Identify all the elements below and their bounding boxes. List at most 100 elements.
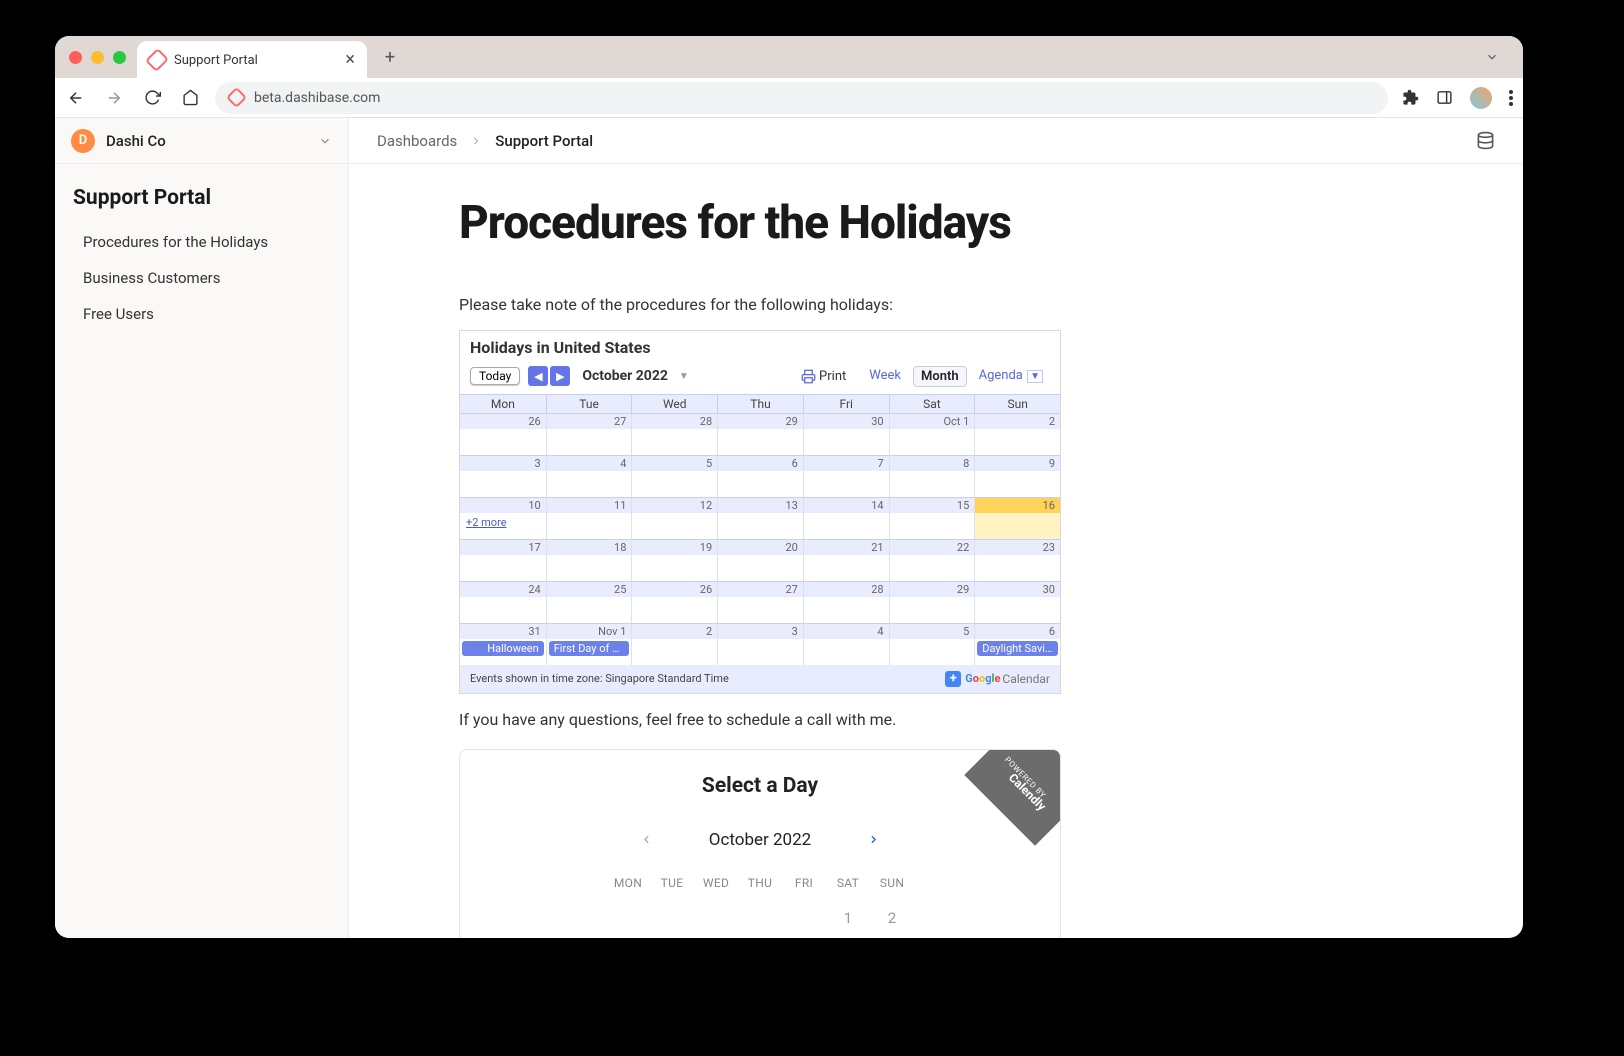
gcal-day-cell[interactable]: 6Daylight Saving Time Ends <box>974 624 1060 665</box>
gcal-day-cell[interactable]: 13 <box>717 498 803 539</box>
printer-icon <box>801 369 816 384</box>
gcal-day-cell[interactable]: 21 <box>803 540 889 581</box>
gcal-day-cell[interactable]: 30 <box>974 582 1060 623</box>
calendly-prev-button[interactable] <box>640 833 653 846</box>
gcal-next-button[interactable]: ▶ <box>550 366 570 386</box>
nav-reload-button[interactable] <box>141 87 163 109</box>
tab-favicon-icon <box>146 49 169 72</box>
gcal-day-cell[interactable]: 28 <box>631 414 717 455</box>
gcal-day-cell[interactable]: 28 <box>803 582 889 623</box>
gcal-day-cell[interactable]: 6 <box>717 456 803 497</box>
gcal-day-cell[interactable]: 5 <box>889 624 975 665</box>
gcal-print-button[interactable]: Print <box>801 369 846 384</box>
gcal-view-agenda[interactable]: Agenda ▼ <box>972 366 1050 387</box>
gcal-month-dropdown-icon[interactable]: ▼ <box>679 371 689 382</box>
gcal-event[interactable]: Daylight Saving Time Ends <box>977 641 1058 656</box>
gcal-day-cell[interactable]: 18 <box>546 540 632 581</box>
plus-icon: + <box>945 671 961 687</box>
gcal-prev-button[interactable]: ◀ <box>528 366 548 386</box>
gcal-more-link[interactable]: +2 more <box>466 516 507 529</box>
calendly-day[interactable]: 2 <box>871 904 913 932</box>
gcal-day-cell[interactable]: 10+2 more <box>460 498 546 539</box>
browser-tab-strip: Support Portal × + <box>55 36 1523 78</box>
gcal-day-cell[interactable]: 26 <box>460 414 546 455</box>
calendly-month-label: October 2022 <box>709 830 811 850</box>
tab-close-button[interactable]: × <box>345 51 355 69</box>
calendly-day[interactable]: 1 <box>827 904 869 932</box>
gcal-day-cell[interactable]: 4 <box>546 456 632 497</box>
calendly-embed: Powered by Calendly Select a Day October… <box>459 749 1061 938</box>
browser-tab[interactable]: Support Portal × <box>137 41 367 79</box>
gcal-day-cell[interactable]: Nov 1First Day of American Indian Herita… <box>546 624 632 665</box>
gcal-day-cell[interactable]: 22 <box>889 540 975 581</box>
gcal-day-cell[interactable]: 9 <box>974 456 1060 497</box>
new-tab-button[interactable]: + <box>375 42 405 72</box>
gcal-view-month[interactable]: Month <box>913 366 967 387</box>
gcal-today-button[interactable]: Today <box>470 367 520 385</box>
gcal-day-cell[interactable]: 8 <box>889 456 975 497</box>
gcal-day-cell[interactable]: 15 <box>889 498 975 539</box>
gcal-day-cell[interactable]: 31Halloween <box>460 624 546 665</box>
gcal-day-cell[interactable]: 3 <box>460 456 546 497</box>
gcal-day-cell[interactable]: 25 <box>546 582 632 623</box>
tab-title: Support Portal <box>174 53 339 68</box>
profile-avatar-button[interactable] <box>1470 87 1492 109</box>
gcal-day-cell[interactable]: 11 <box>546 498 632 539</box>
extensions-button[interactable] <box>1402 89 1419 106</box>
gcal-day-cell[interactable]: 14 <box>803 498 889 539</box>
gcal-day-cell[interactable]: 27 <box>717 582 803 623</box>
panel-toggle-button[interactable] <box>1436 89 1453 106</box>
gcal-day-cell[interactable]: 12 <box>631 498 717 539</box>
nav-home-button[interactable] <box>179 87 201 109</box>
followup-text: If you have any questions, feel free to … <box>459 710 1139 729</box>
maximize-window-button[interactable] <box>113 51 126 64</box>
sidebar-item-free-users[interactable]: Free Users <box>55 296 348 332</box>
nav-back-button[interactable] <box>65 87 87 109</box>
gcal-day-cell[interactable]: 2 <box>631 624 717 665</box>
gcal-day-cell[interactable]: 29 <box>717 414 803 455</box>
breadcrumb-support-portal[interactable]: Support Portal <box>495 132 593 150</box>
close-window-button[interactable] <box>69 51 82 64</box>
gcal-event[interactable]: Halloween <box>462 641 544 656</box>
gcal-day-cell[interactable]: 19 <box>631 540 717 581</box>
calendly-days-row: 1 2 <box>460 904 1060 932</box>
sidebar-item-business[interactable]: Business Customers <box>55 260 348 296</box>
gcal-day-cell[interactable]: 20 <box>717 540 803 581</box>
chevron-right-icon <box>470 135 482 147</box>
gcal-day-cell[interactable]: 16 <box>974 498 1060 539</box>
gcal-day-cell[interactable]: 23 <box>974 540 1060 581</box>
gcal-day-cell[interactable]: Oct 1 <box>889 414 975 455</box>
database-icon[interactable] <box>1476 131 1495 150</box>
gcal-day-cell[interactable]: 29 <box>889 582 975 623</box>
minimize-window-button[interactable] <box>91 51 104 64</box>
gcal-dow-header: Mon Tue Wed Thu Fri Sat Sun <box>460 395 1060 413</box>
gcal-day-cell[interactable]: 17 <box>460 540 546 581</box>
breadcrumb-dashboards[interactable]: Dashboards <box>377 132 457 150</box>
browser-toolbar: beta.dashibase.com <box>55 78 1523 118</box>
url-input[interactable]: beta.dashibase.com <box>215 82 1388 114</box>
gcal-day-cell[interactable]: 26 <box>631 582 717 623</box>
gcal-day-cell[interactable]: 30 <box>803 414 889 455</box>
tabs-dropdown-button[interactable] <box>1485 50 1509 64</box>
google-logo: Google <box>965 672 1000 685</box>
gcal-day-cell[interactable]: 4 <box>803 624 889 665</box>
gcal-day-cell[interactable]: 2 <box>974 414 1060 455</box>
gcal-day-cell[interactable]: 24 <box>460 582 546 623</box>
browser-menu-button[interactable] <box>1509 90 1513 106</box>
window-controls <box>69 51 126 64</box>
calendly-ribbon[interactable]: Powered by Calendly <box>960 750 1060 850</box>
nav-forward-button[interactable] <box>103 87 125 109</box>
calendly-next-button[interactable] <box>867 833 880 846</box>
gcal-branding-link[interactable]: + Google Calendar <box>945 671 1050 687</box>
gcal-view-week[interactable]: Week <box>862 366 908 387</box>
url-favicon-icon <box>229 90 244 105</box>
intro-text: Please take note of the procedures for t… <box>459 295 1139 314</box>
gcal-event[interactable]: First Day of American Indian Heritage Mo… <box>549 641 630 656</box>
org-switcher[interactable]: D Dashi Co <box>55 118 348 164</box>
gcal-day-cell[interactable]: 5 <box>631 456 717 497</box>
chevron-down-icon: ▼ <box>1027 370 1043 383</box>
gcal-day-cell[interactable]: 7 <box>803 456 889 497</box>
gcal-day-cell[interactable]: 3 <box>717 624 803 665</box>
sidebar-item-procedures[interactable]: Procedures for the Holidays <box>55 224 348 260</box>
gcal-day-cell[interactable]: 27 <box>546 414 632 455</box>
